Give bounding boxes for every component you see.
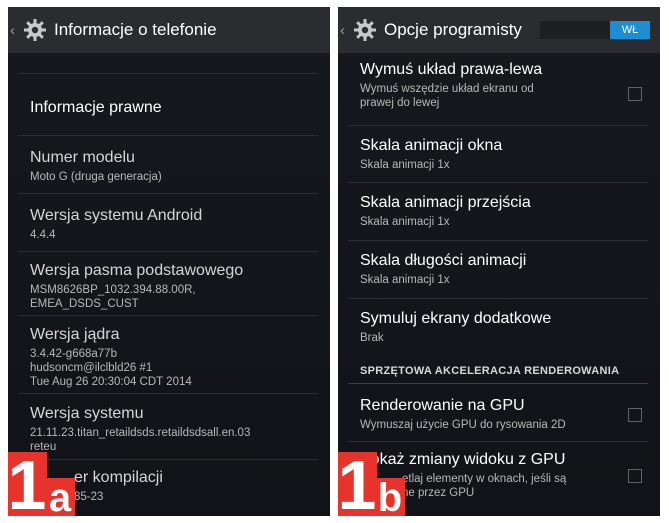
divider bbox=[348, 240, 648, 241]
toggle-on-label: WŁ bbox=[610, 21, 650, 39]
settings-list: Informacje prawne Numer modelu Moto G (d… bbox=[8, 53, 330, 516]
figure-label-1a: 1 a bbox=[8, 446, 75, 516]
divider bbox=[18, 193, 318, 194]
badge-number: 1 bbox=[8, 446, 47, 516]
badge-letter: a bbox=[45, 478, 75, 516]
item-value: 21.11.23.titan_retaildsds.retaildsdsall.… bbox=[30, 427, 251, 439]
list-item-window-animation-scale[interactable]: Skala animacji okna Skala animacji 1x bbox=[360, 137, 646, 172]
item-title: Numer modelu bbox=[30, 149, 135, 166]
list-item-baseband-version[interactable]: Wersja pasma podstawowego MSM8626BP_1032… bbox=[30, 262, 316, 311]
item-value: 4.4.4 bbox=[30, 229, 56, 241]
section-title: SPRZĘTOWA AKCELERACJA RENDEROWANIA bbox=[360, 365, 620, 377]
item-title: Renderowanie na GPU bbox=[360, 397, 525, 414]
screen-title: Informacje o telefonie bbox=[54, 20, 217, 39]
list-item-force-gpu-rendering[interactable]: Renderowanie na GPU Wymuszaj użycie GPU … bbox=[360, 397, 620, 432]
screen-title: Opcje programisty bbox=[384, 20, 522, 39]
item-title: Wersja systemu Android bbox=[30, 207, 203, 224]
item-value: 3.4.42-g668a77b bbox=[30, 348, 117, 360]
item-title: Wersja pasma podstawowego bbox=[30, 262, 244, 279]
list-item-legal-info[interactable]: Informacje prawne bbox=[30, 99, 316, 117]
force-gpu-checkbox[interactable] bbox=[628, 408, 642, 422]
back-chevron-icon[interactable]: ‹ bbox=[10, 22, 20, 39]
list-item-model-number[interactable]: Numer modelu Moto G (druga generacja) bbox=[30, 149, 316, 184]
list-item-system-version[interactable]: Wersja systemu 21.11.23.titan_retaildsds… bbox=[30, 405, 316, 454]
divider bbox=[18, 251, 318, 252]
item-value: Moto G (druga generacja) bbox=[30, 171, 162, 183]
item-title: Symuluj ekrany dodatkowe bbox=[360, 310, 552, 327]
action-bar: ‹ Informacje o telefonie bbox=[8, 7, 330, 53]
item-summary: Skala animacji 1x bbox=[360, 159, 450, 171]
developer-options-toggle[interactable]: WŁ bbox=[540, 21, 650, 39]
force-rtl-checkbox[interactable] bbox=[628, 87, 642, 101]
section-divider bbox=[348, 383, 648, 384]
divider bbox=[18, 135, 318, 136]
item-summary: Wymuś wszędzie układ ekranu od bbox=[360, 83, 534, 95]
item-summary: Skala animacji 1x bbox=[360, 216, 450, 228]
item-title: Wymuś układ prawa-lewa bbox=[360, 61, 543, 78]
item-summary: Wymuszaj użycie GPU do rysowania 2D bbox=[360, 419, 566, 431]
list-item-simulate-secondary-displays[interactable]: Symuluj ekrany dodatkowe Brak bbox=[360, 310, 646, 345]
list-item-kernel-version[interactable]: Wersja jądra 3.4.42-g668a77b hudsoncm@il… bbox=[30, 326, 316, 389]
item-title: Informacje prawne bbox=[30, 99, 162, 116]
divider bbox=[18, 315, 318, 316]
item-value: Tue Aug 26 20:30:04 CDT 2014 bbox=[30, 376, 192, 388]
item-title: Skala animacji przejścia bbox=[360, 194, 531, 211]
badge-number: 1 bbox=[338, 446, 377, 516]
item-value: MSM8626BP_1032.394.88.00R, bbox=[30, 284, 196, 296]
divider bbox=[348, 182, 648, 183]
settings-list: Wymuś układ prawa-lewa Wymuś wszędzie uk… bbox=[338, 53, 660, 516]
phone-screen-about: ‹ Informacje o telefonie Informacje praw… bbox=[8, 7, 330, 516]
divider bbox=[348, 298, 648, 299]
badge-letter: b bbox=[375, 478, 405, 516]
item-title: Skala długości animacji bbox=[360, 252, 527, 269]
action-bar: ‹ Opcje programisty WŁ bbox=[338, 7, 660, 53]
list-item-android-version[interactable]: Wersja systemu Android 4.4.4 bbox=[30, 207, 316, 242]
phone-screen-developer-options: ‹ Opcje programisty WŁ Wymuś układ prawa… bbox=[338, 7, 660, 516]
item-summary: Skala animacji 1x bbox=[360, 274, 450, 286]
list-item-build-number[interactable]: er kompilacji 85-23 bbox=[74, 469, 316, 504]
back-chevron-icon[interactable]: ‹ bbox=[340, 22, 350, 39]
item-title: Wersja systemu bbox=[30, 405, 144, 422]
item-value: 85-23 bbox=[74, 491, 104, 503]
section-header-hw-rendering: SPRZĘTOWA AKCELERACJA RENDEROWANIA bbox=[360, 365, 646, 377]
item-title: Wersja jądra bbox=[30, 326, 120, 343]
divider bbox=[348, 125, 648, 126]
settings-gear-icon[interactable] bbox=[22, 17, 48, 43]
item-title: Skala animacji okna bbox=[360, 137, 503, 154]
item-value: EMEA_DSDS_CUST bbox=[30, 298, 139, 310]
item-value: hudsoncm@ilclbld26 #1 bbox=[30, 362, 153, 374]
list-item-force-rtl[interactable]: Wymuś układ prawa-lewa Wymuś wszędzie uk… bbox=[360, 61, 620, 110]
item-summary: prawej do lewej bbox=[360, 97, 440, 109]
list-item-transition-animation-scale[interactable]: Skala animacji przejścia Skala animacji … bbox=[360, 194, 646, 229]
item-summary: Brak bbox=[360, 332, 384, 344]
gpu-view-updates-checkbox[interactable] bbox=[628, 469, 642, 483]
divider bbox=[18, 73, 318, 74]
divider bbox=[18, 393, 318, 394]
divider bbox=[348, 441, 648, 442]
figure-label-1b: 1 b bbox=[338, 446, 405, 516]
settings-gear-icon[interactable] bbox=[352, 17, 378, 43]
list-item-animator-duration-scale[interactable]: Skala długości animacji Skala animacji 1… bbox=[360, 252, 646, 287]
item-title: er kompilacji bbox=[74, 469, 163, 486]
